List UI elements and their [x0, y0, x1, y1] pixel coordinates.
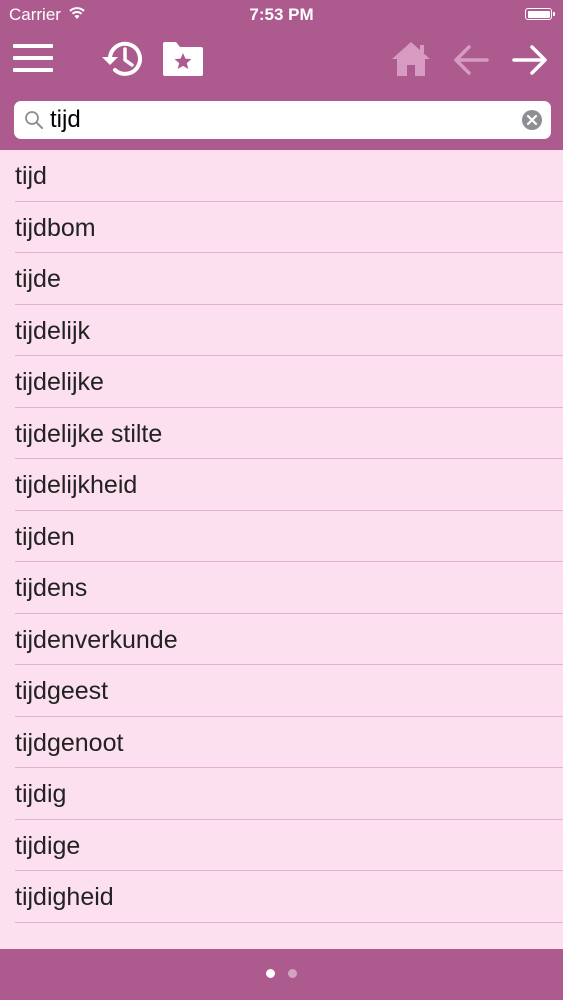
list-item[interactable]: tijd	[0, 150, 563, 202]
list-item-label: tijdelijk	[15, 316, 91, 345]
list-item[interactable]: tijdelijke	[0, 356, 563, 408]
list-item[interactable]: tijdelijke stilte	[0, 408, 563, 459]
list-item-label: tijdigheid	[15, 883, 114, 911]
list-item[interactable]: tijdige	[0, 820, 563, 871]
menu-button[interactable]	[13, 42, 53, 74]
forward-arrow-icon	[512, 45, 547, 75]
list-item-label: tijdbom	[15, 213, 96, 242]
list-item-label: tijdenverkunde	[15, 625, 178, 654]
list-item-label: tijdelijke	[15, 368, 104, 396]
list-item[interactable]: tijdelijk	[0, 305, 563, 356]
history-icon	[102, 41, 142, 76]
results-list: tijd tijdbom tijde tijdelijk tijdelijke …	[0, 150, 563, 949]
battery-icon	[525, 8, 555, 20]
forward-button[interactable]	[510, 42, 550, 78]
list-item-label: tijde	[15, 265, 61, 293]
list-item[interactable]: tijdbom	[0, 202, 563, 253]
list-item[interactable]: tijdig	[0, 768, 563, 820]
home-icon	[392, 42, 430, 76]
list-item[interactable]: tijdgeest	[0, 665, 563, 717]
list-item[interactable]: tijden	[0, 511, 563, 562]
list-item-label: tijdelijke stilte	[15, 419, 163, 448]
home-button[interactable]	[389, 39, 433, 79]
history-button[interactable]	[100, 38, 146, 80]
clear-search-icon[interactable]	[522, 110, 542, 130]
list-item-label: tijdgenoot	[15, 728, 124, 757]
status-time: 7:53 PM	[249, 5, 314, 24]
list-item-label: tijdelijkheid	[15, 471, 138, 499]
bottom-bar	[0, 949, 563, 1000]
list-item-label: tijdens	[15, 574, 88, 602]
row-divider	[15, 921, 563, 923]
list-item[interactable]: tijdenverkunde	[0, 614, 563, 665]
list-item[interactable]: tijde	[0, 253, 563, 305]
list-item-label: tijd	[15, 162, 47, 190]
back-arrow-icon	[454, 45, 489, 75]
list-item-label: tijdgeest	[15, 677, 109, 705]
favorites-button[interactable]	[161, 40, 205, 78]
list-item-label: tijdig	[15, 780, 67, 808]
list-item[interactable]: tijdelijkheid	[0, 459, 563, 511]
list-item[interactable]: tijdens	[0, 562, 563, 614]
status-bar: Carrier 7:53 PM	[0, 0, 563, 30]
page-indicator-dot-active[interactable]	[266, 969, 275, 978]
list-item[interactable]: tijdigheid	[0, 871, 563, 923]
back-button[interactable]	[451, 42, 491, 78]
search-input[interactable]	[50, 104, 520, 136]
menu-icon	[13, 44, 53, 72]
list-item-label: tijden	[15, 522, 75, 551]
navigation-bar: Carrier 7:53 PM	[0, 0, 563, 150]
search-icon	[25, 111, 43, 129]
list-item[interactable]: tijdgenoot	[0, 717, 563, 768]
page-indicator-dot[interactable]	[288, 969, 297, 978]
favorites-folder-icon	[163, 42, 203, 76]
list-item-label: tijdige	[15, 831, 81, 860]
search-bar	[14, 101, 551, 139]
